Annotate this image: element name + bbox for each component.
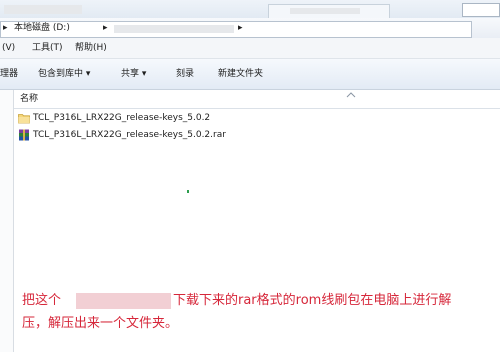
- tab-title-redacted: [290, 8, 360, 14]
- title-redacted: [4, 5, 82, 14]
- breadcrumb-separator[interactable]: ▸: [3, 23, 8, 34]
- file-name: TCL_P316L_LRX22G_release-keys_5.0.2: [33, 113, 211, 123]
- breadcrumb-separator[interactable]: ▸: [103, 23, 108, 34]
- search-input[interactable]: [462, 3, 500, 17]
- sort-ascending-icon: [346, 92, 356, 98]
- share-button[interactable]: 共享 ▾: [121, 67, 146, 81]
- file-name: TCL_P316L_LRX22G_release-keys_5.0.2.rar: [33, 130, 226, 140]
- breadcrumb-separator[interactable]: ▸: [238, 23, 243, 34]
- menu-tools[interactable]: 工具(T): [32, 41, 63, 55]
- column-name-header[interactable]: 名称: [20, 94, 38, 105]
- toolbar-organize-partial[interactable]: 理器: [0, 67, 18, 81]
- address-field[interactable]: [0, 21, 472, 38]
- new-folder-button[interactable]: 新建文件夹: [218, 67, 263, 81]
- include-in-library-button[interactable]: 包含到库中 ▾: [38, 67, 90, 81]
- cursor-mark: [187, 190, 189, 193]
- rar-archive-icon: [19, 129, 29, 141]
- menu-help[interactable]: 帮助(H): [75, 41, 107, 55]
- navigation-pane[interactable]: [0, 90, 14, 352]
- annotation-text-line1-start: 把这个: [22, 293, 62, 308]
- folder-icon: [18, 114, 30, 124]
- annotation-text-line1-end: 下载下来的rar格式的rom线刷包在电脑上进行解: [173, 293, 452, 308]
- breadcrumb-drive[interactable]: 本地磁盘 (D:): [14, 23, 70, 34]
- burn-button[interactable]: 刻录: [176, 67, 194, 81]
- breadcrumb-folder-redacted[interactable]: [114, 25, 234, 33]
- column-header: [14, 90, 500, 109]
- menu-view[interactable]: (V): [2, 41, 15, 55]
- annotation-text-line2: 压，解压出来一个文件夹。: [22, 316, 179, 331]
- annotation-redacted: [76, 293, 171, 309]
